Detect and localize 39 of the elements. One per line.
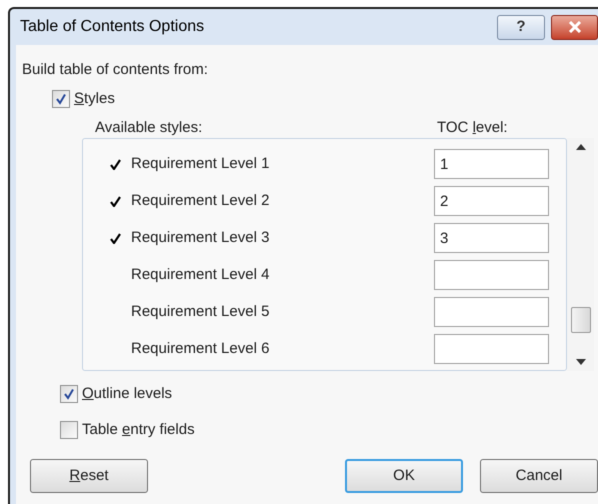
style-row[interactable]: Requirement Level 2 2 bbox=[83, 186, 566, 216]
style-name[interactable]: Requirement Level 2 bbox=[131, 190, 434, 212]
close-icon bbox=[568, 21, 582, 33]
help-button[interactable]: ? bbox=[497, 14, 545, 40]
style-row[interactable]: Requirement Level 1 1 bbox=[83, 149, 566, 179]
checkbox[interactable] bbox=[60, 420, 78, 439]
check-icon bbox=[55, 92, 67, 105]
toc-level-field[interactable] bbox=[434, 297, 549, 327]
dialog-button[interactable]: Cancel bbox=[480, 459, 598, 493]
check-icon bbox=[63, 388, 75, 400]
style-row[interactable]: Requirement Level 5 bbox=[83, 297, 566, 327]
dialog-button[interactable]: Reset bbox=[30, 459, 148, 493]
style-name[interactable]: Requirement Level 5 bbox=[131, 300, 434, 324]
toc-level-field[interactable]: 3 bbox=[434, 223, 549, 253]
scroll-down-icon[interactable] bbox=[576, 359, 586, 365]
style-row[interactable]: Requirement Level 4 bbox=[83, 260, 566, 290]
toc-level-field[interactable] bbox=[434, 334, 549, 364]
window-title: Table of Contents Options bbox=[20, 17, 204, 37]
close-button[interactable] bbox=[551, 14, 598, 40]
style-name[interactable]: Requirement Level 6 bbox=[131, 338, 434, 360]
column-header: Available styles: bbox=[95, 118, 204, 137]
scroll-thumb[interactable] bbox=[570, 306, 590, 332]
checkbox-label: Outline levels bbox=[82, 384, 172, 404]
section-label: Build table of contents from: bbox=[22, 60, 208, 80]
style-row[interactable]: Requirement Level 3 3 bbox=[83, 223, 566, 253]
toc-level-field[interactable]: 2 bbox=[434, 186, 549, 216]
checkbox-label: Table entry fields bbox=[82, 420, 195, 440]
toc-level-field[interactable] bbox=[434, 260, 549, 290]
checkbox[interactable] bbox=[60, 385, 78, 404]
dialog-button[interactable]: OK bbox=[345, 459, 463, 493]
style-name[interactable]: Requirement Level 1 bbox=[131, 152, 434, 176]
checkbox-label: Styles bbox=[74, 88, 115, 108]
column-header: TOC level: bbox=[437, 118, 508, 137]
style-row[interactable]: Requirement Level 6 bbox=[83, 334, 566, 364]
style-name[interactable]: Requirement Level 3 bbox=[131, 226, 434, 250]
scroll-up-icon[interactable] bbox=[576, 144, 586, 150]
toc-level-field[interactable]: 1 bbox=[434, 149, 549, 179]
checkbox[interactable] bbox=[52, 90, 70, 108]
style-name[interactable]: Requirement Level 4 bbox=[131, 264, 434, 286]
